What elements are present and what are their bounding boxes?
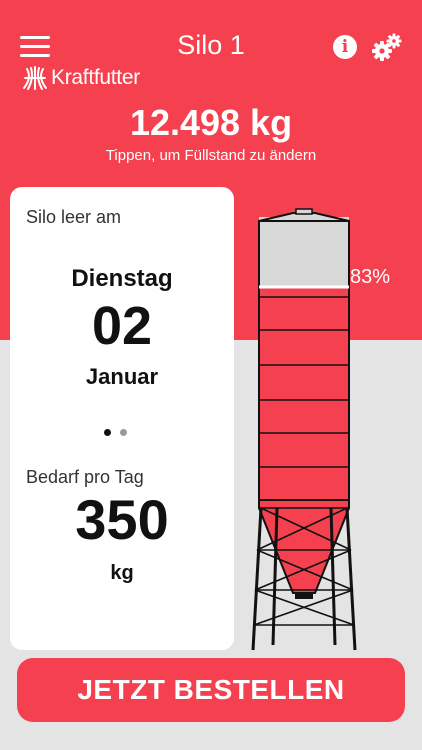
empty-weekday: Dienstag <box>71 265 173 292</box>
fill-percent: 83% <box>350 266 391 288</box>
gears-icon <box>372 33 402 61</box>
silo-fill-area <box>259 287 349 500</box>
page-dot[interactable] <box>120 429 127 436</box>
empty-day: 02 <box>91 296 153 356</box>
forecast-card[interactable]: Silo leer am Dienstag 02 Januar Bedarf p… <box>10 187 234 650</box>
silo-graphic[interactable] <box>243 205 365 655</box>
silo-empty-area <box>259 217 349 287</box>
page-title: Silo 1 <box>177 30 245 60</box>
daily-need-unit: kg <box>110 562 134 584</box>
brand-name: Kraftfutter <box>51 66 140 89</box>
page-dot-active[interactable] <box>104 429 111 436</box>
top-bar: Silo 1 i Kraftfutter <box>0 0 422 90</box>
empty-month: Januar <box>85 364 159 389</box>
fill-level-hint: Tippen, um Füllstand zu ändern <box>105 147 317 164</box>
empty-date-label: Silo leer am <box>26 207 122 227</box>
kraftfutter-logo-icon <box>23 66 47 90</box>
settings-button[interactable] <box>372 33 402 61</box>
order-button[interactable]: JETZT BESTELLEN <box>17 658 405 722</box>
silo-weight[interactable]: 12.498 kg <box>0 102 422 144</box>
page-indicator[interactable] <box>104 429 127 436</box>
daily-need-label: Bedarf pro Tag <box>26 467 144 487</box>
silo-outlet <box>295 593 313 599</box>
daily-need-value: 350 <box>75 488 169 551</box>
info-button[interactable]: i <box>333 35 357 59</box>
silo-top-hatch <box>295 208 313 215</box>
brand-logo: Kraftfutter <box>22 63 140 93</box>
